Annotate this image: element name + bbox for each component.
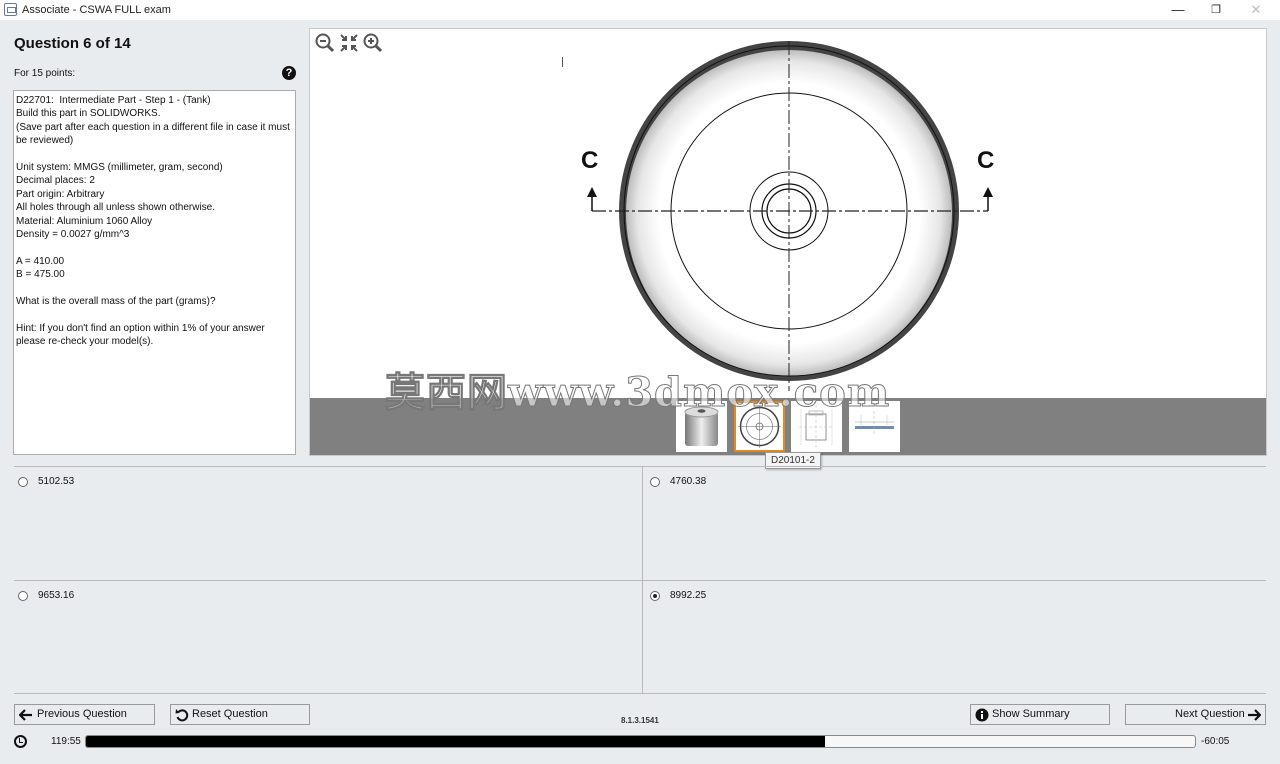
answers-vertical-divider bbox=[642, 466, 643, 694]
section-label-left: C bbox=[581, 147, 599, 174]
question-text-line bbox=[16, 309, 293, 322]
reset-question-label: Reset Question bbox=[192, 708, 268, 720]
question-text-line: A = 410.00 bbox=[16, 255, 65, 267]
answer-radio-3[interactable] bbox=[18, 591, 28, 601]
question-text-line: Build this part in SOLIDWORKS. bbox=[16, 108, 161, 120]
show-summary-button[interactable]: Show Summary bbox=[970, 704, 1110, 725]
reset-question-button[interactable]: Reset Question bbox=[170, 704, 310, 725]
close-button[interactable]: ✕ bbox=[1246, 1, 1266, 19]
question-text-line: B = 475.00 bbox=[16, 269, 65, 281]
answer-label-1: 5102.53 bbox=[38, 476, 75, 487]
info-icon bbox=[975, 708, 989, 722]
answers-bottom-divider bbox=[14, 693, 1266, 694]
question-text-line: D22701: Intermediate Part - Step 1 - (Ta… bbox=[16, 95, 211, 106]
time-elapsed: 119:55 bbox=[51, 736, 81, 747]
arrow-right-icon bbox=[1248, 709, 1261, 721]
next-question-button[interactable]: Next Question bbox=[1125, 704, 1266, 725]
watermark-text: 莫西网www.3dmox.com bbox=[384, 369, 891, 417]
answer-label-2: 4760.38 bbox=[670, 476, 707, 487]
time-progress-fill bbox=[86, 736, 825, 747]
question-text-line: (Save part after each question in a diff… bbox=[16, 121, 293, 147]
answers-middle-divider bbox=[14, 580, 1266, 581]
previous-question-label: Previous Question bbox=[37, 708, 127, 720]
clock-icon bbox=[14, 735, 27, 748]
restore-button[interactable]: ❐ bbox=[1206, 1, 1226, 19]
question-text-line bbox=[16, 282, 293, 295]
arrow-left-icon bbox=[19, 709, 32, 721]
answer-radio-4[interactable] bbox=[650, 591, 660, 601]
question-text-line: Material: Aluminium 1060 Alloy bbox=[16, 215, 153, 227]
answers-top-divider bbox=[14, 466, 1266, 467]
next-question-label: Next Question bbox=[1175, 708, 1245, 720]
title-bar: Associate - CSWA FULL exam — ❐ ✕ bbox=[0, 0, 1280, 20]
app-icon bbox=[4, 3, 17, 16]
answer-radio-2[interactable] bbox=[650, 477, 660, 487]
minimize-button[interactable]: — bbox=[1168, 1, 1188, 19]
question-text-line: Density = 0.0027 g/mm^3 bbox=[16, 229, 130, 241]
question-text-line bbox=[16, 241, 293, 254]
show-summary-label: Show Summary bbox=[992, 708, 1070, 720]
question-text-line: What is the overall mass of the part (gr… bbox=[16, 296, 216, 308]
question-text-line: Decimal places: 2 bbox=[16, 175, 95, 187]
question-text-line: Hint: If you don't find an option within… bbox=[16, 322, 268, 348]
question-title: Question 6 of 14 bbox=[14, 35, 131, 52]
drawing-top-view bbox=[587, 41, 993, 391]
time-remaining: -60:05 bbox=[1201, 736, 1230, 747]
answer-radio-1[interactable] bbox=[18, 477, 28, 487]
question-text-line: Unit system: MMGS (millimeter, gram, sec… bbox=[16, 162, 223, 174]
question-text-line: All holes through all unless shown other… bbox=[16, 202, 215, 214]
reset-icon bbox=[175, 709, 189, 722]
help-icon[interactable]: ? bbox=[282, 66, 296, 80]
question-points: For 15 points: bbox=[14, 68, 76, 79]
question-text-line bbox=[16, 148, 293, 161]
window-title: Associate - CSWA FULL exam bbox=[22, 4, 171, 16]
question-text-box[interactable]: D22701: Intermediate Part - Step 1 - (Ta… bbox=[13, 90, 296, 455]
version-label: 8.1.3.1541 bbox=[621, 716, 659, 725]
answer-label-4: 8992.25 bbox=[670, 590, 707, 601]
question-text-line: Part origin: Arbitrary bbox=[16, 188, 105, 200]
answer-label-3: 9653.16 bbox=[38, 590, 75, 601]
section-label-right: C bbox=[977, 147, 995, 174]
previous-question-button[interactable]: Previous Question bbox=[14, 704, 155, 725]
time-progress-bar bbox=[85, 735, 1196, 748]
